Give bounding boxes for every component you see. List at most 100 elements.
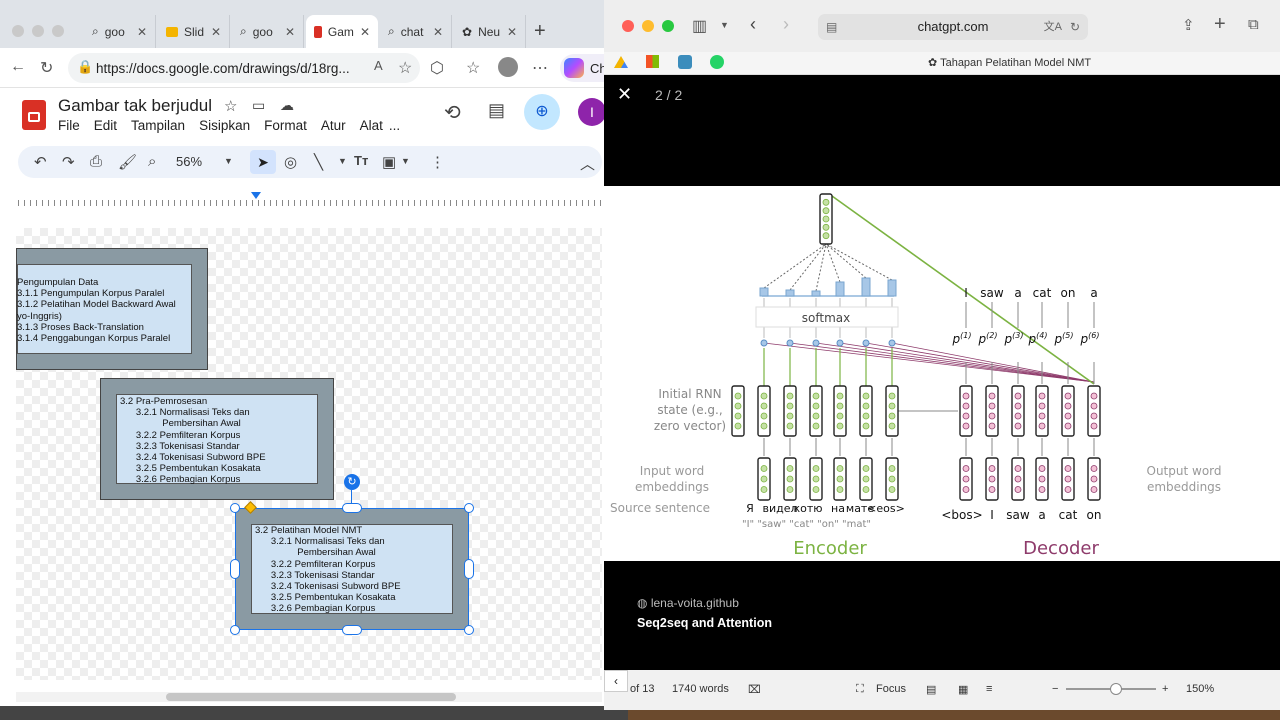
print-layout-icon[interactable]: ▤ [926,683,936,696]
proofing-icon[interactable]: ⌧ [748,683,761,696]
chevron-down-icon[interactable]: ▼ [720,20,729,30]
share-button[interactable]: ⊕ [524,94,560,130]
new-tab-button[interactable]: + [534,20,546,43]
menu-insert[interactable]: Sisipkan [199,118,250,133]
account-avatar[interactable]: I [578,98,606,126]
profile-avatar[interactable] [498,57,518,77]
whatsapp-icon[interactable] [710,55,724,69]
close-icon[interactable]: ✕ [137,25,147,39]
more-icon[interactable]: ⋯ [532,58,548,78]
tab-overview-icon[interactable]: ⧉ [1248,16,1259,33]
zoom-window-button[interactable] [662,20,674,32]
line-icon[interactable]: ╲ [314,153,323,171]
resize-handle-top[interactable] [342,503,362,513]
zoom-slider[interactable] [1066,683,1156,695]
tab-google-1[interactable]: ⌕ goo ✕ [84,15,156,48]
window-close-button[interactable] [12,25,24,37]
share-icon[interactable]: ⇪ [1182,16,1195,34]
tab-google-2[interactable]: ⌕ goo ✕ [232,15,304,48]
tab-neural[interactable]: ✿ Neu ✕ [454,15,526,48]
sidebar-icon[interactable]: ▥ [692,16,707,36]
close-viewer-icon[interactable]: ✕ [617,84,632,105]
horizontal-scrollbar[interactable] [16,692,602,702]
zoom-in-icon[interactable]: + [1162,683,1168,695]
draft-layout-icon[interactable]: ≡ [986,683,992,695]
shape-2-text[interactable]: 3.2 Pra-Pemrosesan 3.2.1 Normalisasi Tek… [120,396,266,486]
close-window-button[interactable] [622,20,634,32]
close-icon[interactable]: ✕ [507,25,517,39]
app-shortcut-icon[interactable] [678,55,692,69]
safari-url-field[interactable]: ▤ chatgpt.com 文A ↻ [818,14,1088,40]
url-field[interactable]: 🔒 https://docs.google.com/drawings/d/18rg… [68,53,420,83]
menu-format[interactable]: Format [264,118,307,133]
menu-tools[interactable]: Alat [360,118,383,133]
shape-3-text[interactable]: 3.2 Pelatihan Model NMT 3.2.1 Normalisas… [255,525,401,615]
chevron-down-icon[interactable]: ▼ [401,156,410,166]
close-icon[interactable]: ✕ [211,25,221,39]
more-options-icon[interactable]: ⋮ [430,153,445,171]
menu-arrange[interactable]: Atur [321,118,346,133]
extensions-icon[interactable]: ⬡ [430,58,444,78]
resize-handle-bl[interactable] [230,625,240,635]
tab-slides[interactable]: Slid ✕ [158,15,230,48]
resize-handle-bottom[interactable] [342,625,362,635]
collapse-chevron-icon[interactable]: ‹ [604,670,628,692]
resize-handle-right[interactable] [464,559,474,579]
resize-handle-tl[interactable] [230,503,240,513]
tab-drawings[interactable]: Gam ✕ [306,15,378,48]
zoom-level-select[interactable]: 56% [176,154,202,169]
star-icon[interactable]: ☆ [224,97,237,115]
move-folder-icon[interactable]: ▭ [252,97,265,114]
text-box-icon[interactable]: Tт [354,153,368,168]
focus-icon[interactable]: ⛶ [856,683,864,696]
undo-icon[interactable]: ↶ [34,153,47,171]
web-layout-icon[interactable]: ▦ [958,683,968,696]
menu-file[interactable]: File [58,118,80,133]
paint-format-icon[interactable]: 🖌 [118,153,137,171]
new-tab-icon[interactable]: + [1214,13,1226,36]
close-icon[interactable]: ✕ [285,25,295,39]
read-aloud-icon[interactable]: A [374,58,383,73]
shape-icon[interactable]: ◎ [284,153,297,171]
reload-icon[interactable]: ↻ [1070,14,1080,40]
drawings-logo-icon[interactable] [22,100,46,130]
resize-handle-tr[interactable] [464,503,474,513]
window-zoom-button[interactable] [52,25,64,37]
history-icon[interactable]: ⟲ [444,100,461,125]
translate-icon[interactable]: 文A [1044,14,1062,40]
refresh-icon[interactable]: ↻ [40,58,53,78]
redo-icon[interactable]: ↷ [62,153,75,171]
comments-icon[interactable]: ▤ [488,100,505,121]
word-count[interactable]: 1740 words [672,683,729,695]
window-minimize-button[interactable] [32,25,44,37]
minimize-window-button[interactable] [642,20,654,32]
favorites-icon[interactable]: ☆ [466,58,480,78]
chevron-down-icon[interactable]: ▼ [224,156,233,166]
menu-more[interactable]: ... [389,118,400,133]
back-arrow-icon[interactable]: ← [10,58,26,76]
focus-mode-button[interactable]: Focus [876,683,906,695]
back-chevron-icon[interactable]: ‹ [750,14,756,35]
print-icon[interactable]: ⎙ [90,153,102,170]
chevron-down-icon[interactable]: ▼ [338,156,347,166]
rotate-handle-icon[interactable]: ↻ [344,474,360,490]
resize-handle-br[interactable] [464,625,474,635]
forward-chevron-icon[interactable]: › [783,14,789,35]
select-tool-button[interactable]: ➤ [250,150,276,174]
source-link[interactable]: ◍ lena-voita.github [637,596,739,610]
image-icon[interactable]: ▣ [382,153,396,171]
document-title[interactable]: Gambar tak berjudul [58,96,212,116]
favorite-star-icon[interactable]: ☆ [398,58,412,78]
menu-edit[interactable]: Edit [94,118,117,133]
microsoft-icon[interactable] [646,55,659,68]
shape-1-text[interactable]: Pengumpulan Data 3.1.1 Pengumpulan Korpu… [17,277,176,344]
close-icon[interactable]: ✕ [360,25,370,39]
menu-view[interactable]: Tampilan [131,118,185,133]
resize-handle-left[interactable] [230,559,240,579]
zoom-icon[interactable]: ⌕ [148,153,156,170]
close-icon[interactable]: ✕ [433,25,443,39]
page-menu-icon[interactable]: ▤ [826,14,837,40]
collapse-toolbar-icon[interactable]: ︿ [580,153,595,174]
tab-chat[interactable]: ⌕ chat ✕ [380,15,452,48]
zoom-out-icon[interactable]: − [1052,683,1058,695]
